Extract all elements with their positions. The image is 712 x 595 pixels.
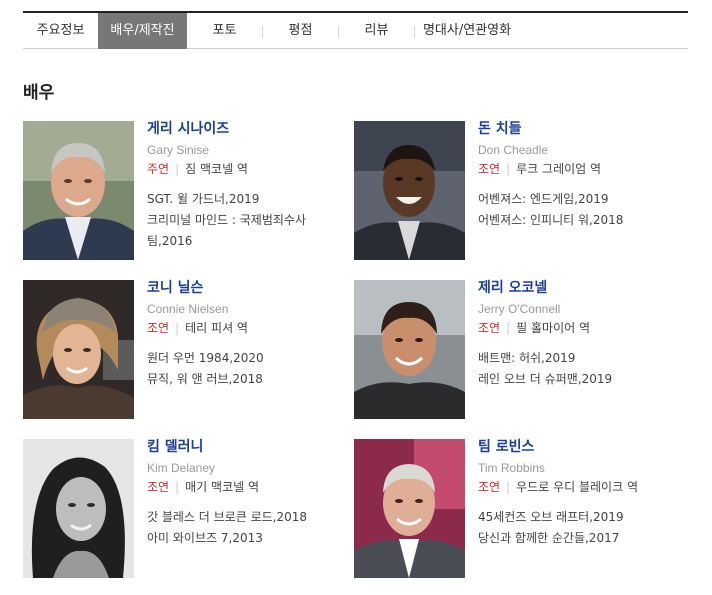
- actor-english-name: Jerry O'Connell: [478, 302, 561, 316]
- role-divider: |: [175, 321, 180, 335]
- tab-bar: 주요정보 배우/제작진 포토 평점 리뷰 명대사/연관영화: [23, 11, 688, 49]
- role-name: 필 홀마이어 역: [516, 321, 591, 335]
- actor-photo[interactable]: [354, 121, 465, 260]
- portrait-image: [354, 280, 465, 419]
- portrait-image: [354, 439, 465, 578]
- filmography-item[interactable]: 크리미널 마인드 : 국제범죄수사팀,2016: [147, 210, 347, 252]
- role-type: 조연: [478, 321, 501, 335]
- role-type: 주연: [147, 162, 170, 176]
- filmography-item[interactable]: 당신과 함께한 순간들,2017: [478, 528, 658, 549]
- actor-card: 제리 오코넬 Jerry O'Connell 조연 | 필 홀마이어 역 배트맨: …: [354, 280, 684, 420]
- role-divider: |: [506, 480, 511, 494]
- filmography: 갓 블레스 더 브로큰 로드,2018 아미 와이브즈 7,2013: [147, 507, 347, 549]
- filmography-item[interactable]: 아미 와이브즈 7,2013: [147, 528, 347, 549]
- actor-name[interactable]: 돈 치들: [478, 121, 678, 138]
- actor-card: 돈 치들 Don Cheadle 조연 | 루크 그레이엄 역 어벤져스: 엔드게임…: [354, 121, 684, 261]
- actor-name[interactable]: 코니 닐슨: [147, 280, 347, 297]
- actor-photo[interactable]: [23, 280, 134, 419]
- role-name: 매기 맥코넬 역: [185, 480, 260, 494]
- actor-photo[interactable]: [354, 439, 465, 578]
- role-name: 우드로 우디 블레이크 역: [516, 480, 638, 494]
- actor-card: 팀 로빈스 Tim Robbins 조연 | 우드로 우디 블레이크 역 45세컨즈…: [354, 439, 684, 579]
- actor-photo[interactable]: [23, 439, 134, 578]
- filmography-item[interactable]: 원더 우먼 1984,2020: [147, 348, 347, 369]
- filmography-item[interactable]: SGT. 윌 가드너,2019: [147, 189, 347, 210]
- actor-name[interactable]: 게리 시나이즈: [147, 121, 347, 138]
- actor-role: 주연 | 짐 맥코넬 역: [147, 161, 347, 178]
- actor-card: 킴 델러니 Kim Delaney 조연 | 매기 맥코넬 역 갓 블레스 더 브로…: [23, 439, 353, 579]
- actor-english-name: Don Cheadle: [478, 143, 549, 157]
- role-type: 조연: [478, 162, 501, 176]
- role-type: 조연: [478, 480, 501, 494]
- filmography: SGT. 윌 가드너,2019 크리미널 마인드 : 국제범죄수사팀,2016: [147, 189, 347, 252]
- tab-quotes-related[interactable]: 명대사/연관영화: [415, 13, 519, 49]
- filmography: 어벤져스: 엔드게임,2019 어벤져스: 인피니티 워,2018: [478, 189, 678, 231]
- role-type: 조연: [147, 480, 170, 494]
- filmography-item[interactable]: 뮤직, 워 앤 러브,2018: [147, 369, 347, 390]
- filmography-item[interactable]: 어벤져스: 엔드게임,2019: [478, 189, 678, 210]
- actor-name[interactable]: 제리 오코넬: [478, 280, 678, 297]
- portrait-image: [354, 121, 465, 260]
- role-type: 조연: [147, 321, 170, 335]
- filmography: 원더 우먼 1984,2020 뮤직, 워 앤 러브,2018: [147, 348, 347, 390]
- actor-role: 조연 | 매기 맥코넬 역: [147, 479, 347, 496]
- filmography: 배트맨: 허쉬,2019 레인 오브 더 슈퍼맨,2019: [478, 348, 678, 390]
- role-divider: |: [506, 321, 511, 335]
- role-divider: |: [175, 162, 180, 176]
- role-name: 테리 피셔 역: [185, 321, 248, 335]
- filmography-item[interactable]: 배트맨: 허쉬,2019: [478, 348, 678, 369]
- portrait-image: [23, 439, 134, 578]
- tab-main-info[interactable]: 주요정보: [23, 13, 98, 49]
- actor-card: 코니 닐슨 Connie Nielsen 조연 | 테리 피셔 역 원더 우먼 19…: [23, 280, 353, 420]
- actor-photo[interactable]: [23, 121, 134, 260]
- actor-english-name: Connie Nielsen: [147, 302, 229, 316]
- section-title: 배우: [23, 83, 55, 103]
- filmography-item[interactable]: 45세컨즈 오브 래프터,2019: [478, 507, 658, 528]
- actor-role: 조연 | 필 홀마이어 역: [478, 320, 678, 337]
- actor-english-name: Tim Robbins: [478, 461, 545, 475]
- actor-english-name: Gary Sinise: [147, 143, 210, 157]
- actor-english-name: Kim Delaney: [147, 461, 216, 475]
- actor-role: 조연 | 테리 피셔 역: [147, 320, 347, 337]
- filmography-item[interactable]: 레인 오브 더 슈퍼맨,2019: [478, 369, 678, 390]
- tab-photo[interactable]: 포토: [187, 13, 262, 49]
- portrait-image: [23, 280, 134, 419]
- actor-name[interactable]: 킴 델러니: [147, 439, 347, 456]
- tab-rating[interactable]: 평점: [263, 13, 338, 49]
- tab-cast-crew[interactable]: 배우/제작진: [98, 13, 187, 49]
- actor-role: 조연 | 우드로 우디 블레이크 역: [478, 479, 658, 496]
- actor-photo[interactable]: [354, 280, 465, 419]
- role-divider: |: [175, 480, 180, 494]
- filmography-item[interactable]: 어벤져스: 인피니티 워,2018: [478, 210, 678, 231]
- tab-review[interactable]: 리뷰: [339, 13, 414, 49]
- portrait-image: [23, 121, 134, 260]
- filmography: 45세컨즈 오브 래프터,2019 당신과 함께한 순간들,2017: [478, 507, 658, 549]
- role-name: 짐 맥코넬 역: [185, 162, 248, 176]
- role-divider: |: [506, 162, 511, 176]
- filmography-item[interactable]: 갓 블레스 더 브로큰 로드,2018: [147, 507, 347, 528]
- actor-role: 조연 | 루크 그레이엄 역: [478, 161, 678, 178]
- actor-name[interactable]: 팀 로빈스: [478, 439, 658, 456]
- role-name: 루크 그레이엄 역: [516, 162, 602, 176]
- actor-card: 게리 시나이즈 Gary Sinise 주연 | 짐 맥코넬 역 SGT. 윌 가드…: [23, 121, 353, 261]
